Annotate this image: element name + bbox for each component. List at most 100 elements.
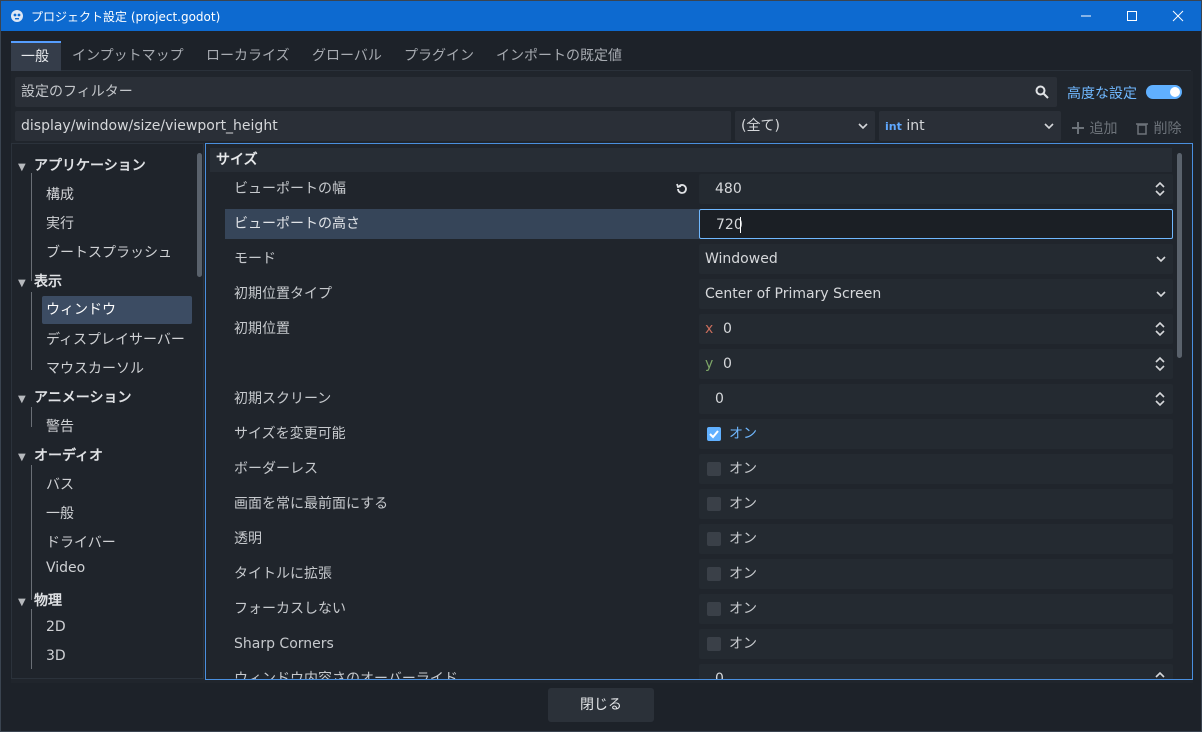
chevron-down-icon bbox=[1156, 291, 1166, 298]
add-label: 追加 bbox=[1089, 121, 1118, 137]
minimize-icon bbox=[1081, 15, 1091, 17]
dropdown-field[interactable]: Center of Primary Screen bbox=[699, 279, 1173, 309]
revert-icon[interactable] bbox=[675, 182, 689, 196]
tree-item[interactable]: 2D bbox=[46, 619, 66, 635]
checkbox-label: オン bbox=[729, 566, 757, 582]
checkbox[interactable] bbox=[707, 462, 721, 476]
checkbox[interactable] bbox=[707, 497, 721, 511]
dropdown-field[interactable]: Windowed bbox=[699, 244, 1173, 274]
tree-item[interactable]: マウスカーソル bbox=[46, 358, 144, 378]
minimize-button[interactable] bbox=[1063, 1, 1109, 31]
tree-item[interactable]: 構成 bbox=[46, 184, 74, 204]
tree-item[interactable]: 実行 bbox=[46, 213, 74, 233]
checkbox-field[interactable]: オン bbox=[699, 594, 1173, 624]
tab-import-defaults[interactable]: インポートの既定値 bbox=[486, 41, 632, 71]
checkbox-field[interactable]: オン bbox=[699, 524, 1173, 554]
int-type-icon: int bbox=[885, 120, 902, 133]
settings-category-tree: ▼ アプリケーション構成実行ブートスプラッシュ ▼ 表示ウィンドウディスプレイサーバー… bbox=[11, 143, 204, 679]
tree-guide-line bbox=[31, 173, 32, 281]
tree-category-item[interactable]: ▼ オーディオ bbox=[18, 445, 103, 465]
checkbox-field[interactable]: オン bbox=[699, 419, 1173, 449]
property-label: 初期位置 bbox=[234, 321, 290, 337]
tree-guide-line bbox=[31, 407, 32, 427]
checkbox-field[interactable]: オン bbox=[699, 629, 1173, 659]
number-field[interactable]: 0 bbox=[699, 384, 1173, 414]
tree-item[interactable]: ドライバー bbox=[46, 532, 116, 552]
tree-category-item[interactable]: ▼ アプリケーション bbox=[18, 155, 146, 175]
tree-item[interactable]: Video bbox=[46, 560, 85, 576]
tab-globals[interactable]: グローバル bbox=[302, 41, 392, 71]
tab-localization[interactable]: ローカライズ bbox=[196, 41, 300, 71]
spinner-arrows-icon[interactable] bbox=[1155, 391, 1165, 407]
type-select[interactable]: int int bbox=[879, 111, 1061, 141]
scope-select[interactable]: (全て) bbox=[735, 111, 875, 141]
number-field[interactable]: 0 bbox=[699, 664, 1173, 680]
property-row: 初期スクリーン 0 bbox=[225, 384, 1173, 419]
tree-scrollbar[interactable] bbox=[197, 153, 202, 277]
settings-filter-input[interactable]: 設定のフィルター bbox=[15, 77, 1057, 107]
checkbox[interactable] bbox=[707, 567, 721, 581]
tree-item[interactable]: ディスプレイサーバー bbox=[46, 329, 185, 349]
number-field[interactable]: 480 bbox=[699, 174, 1173, 204]
tree-item[interactable]: バス bbox=[46, 474, 74, 494]
close-button[interactable]: 閉じる bbox=[548, 688, 654, 722]
property-row: サイズを変更可能 オン bbox=[225, 419, 1173, 454]
property-path-text: display/window/size/viewport_height bbox=[21, 118, 278, 134]
maximize-button[interactable] bbox=[1109, 1, 1155, 31]
property-label: フォーカスしない bbox=[234, 601, 346, 617]
tree-item[interactable]: ウィンドウ bbox=[42, 296, 192, 324]
property-label: ビューポートの高さ bbox=[225, 209, 699, 239]
tab-plugins[interactable]: プラグイン bbox=[394, 41, 484, 71]
tree-item[interactable]: ブートスプラッシュ bbox=[46, 242, 172, 262]
property-label: 初期スクリーン bbox=[234, 391, 332, 407]
close-icon bbox=[1172, 10, 1184, 22]
spinner-arrows-icon[interactable] bbox=[1155, 181, 1165, 197]
spinner-arrows-icon[interactable] bbox=[1155, 321, 1165, 337]
tree-guide-line bbox=[31, 465, 32, 600]
chevron-down-icon[interactable]: ▼ bbox=[18, 452, 30, 463]
section-header: サイズ bbox=[210, 148, 1172, 172]
close-window-button[interactable] bbox=[1155, 1, 1201, 31]
spinner-arrows-icon[interactable] bbox=[1155, 356, 1165, 372]
inspector-scrollbar[interactable] bbox=[1177, 153, 1182, 358]
number-field[interactable]: 720 bbox=[699, 209, 1173, 239]
property-path-input[interactable]: display/window/size/viewport_height bbox=[15, 111, 731, 141]
tree-category-item[interactable]: ▼ 表示 bbox=[18, 271, 62, 291]
tree-item[interactable]: 警告 bbox=[46, 416, 74, 436]
tree-item[interactable]: 3D bbox=[46, 648, 66, 664]
tree-item-label: アプリケーション bbox=[34, 158, 146, 174]
tab-input-map[interactable]: インプットマップ bbox=[62, 41, 194, 71]
property-row: 透明 オン bbox=[225, 524, 1173, 559]
checkbox-field[interactable]: オン bbox=[699, 454, 1173, 484]
tree-item[interactable]: 一般 bbox=[46, 503, 74, 523]
spinner-arrows-icon[interactable] bbox=[1155, 671, 1165, 680]
tab-general[interactable]: 一般 bbox=[11, 41, 61, 71]
godot-logo-icon bbox=[11, 10, 23, 22]
checkbox-field[interactable]: オン bbox=[699, 559, 1173, 589]
position-y-value: 0 bbox=[723, 356, 732, 372]
property-label: ウィンドウ内容さのオーバーライド bbox=[234, 671, 458, 680]
checkbox[interactable] bbox=[707, 637, 721, 651]
title-bar[interactable]: プロジェクト設定 (project.godot) bbox=[1, 1, 1201, 31]
tree-category-item[interactable]: ▼ アニメーション bbox=[18, 387, 131, 407]
advanced-settings-toggle[interactable] bbox=[1146, 85, 1182, 99]
property-value: Center of Primary Screen bbox=[705, 286, 882, 302]
window-title: プロジェクト設定 (project.godot) bbox=[31, 10, 221, 24]
checkbox[interactable] bbox=[707, 532, 721, 546]
checkbox[interactable] bbox=[707, 427, 721, 441]
checkbox-field[interactable]: オン bbox=[699, 489, 1173, 519]
chevron-down-icon bbox=[1044, 123, 1054, 130]
chevron-down-icon[interactable]: ▼ bbox=[18, 162, 30, 173]
chevron-down-icon[interactable]: ▼ bbox=[18, 278, 30, 289]
type-value: int bbox=[906, 118, 925, 134]
checkbox[interactable] bbox=[707, 602, 721, 616]
search-icon bbox=[1035, 85, 1049, 99]
tree-category-item[interactable]: ▼ 物理 bbox=[18, 590, 62, 610]
property-value: 720 bbox=[716, 217, 743, 233]
add-button[interactable]: 追加 bbox=[1071, 118, 1117, 138]
position-x-field[interactable]: x0 bbox=[699, 314, 1173, 344]
chevron-down-icon[interactable]: ▼ bbox=[18, 597, 30, 608]
delete-button[interactable]: 削除 bbox=[1135, 118, 1181, 138]
position-y-field[interactable]: y0 bbox=[699, 349, 1173, 379]
chevron-down-icon[interactable]: ▼ bbox=[18, 394, 30, 405]
